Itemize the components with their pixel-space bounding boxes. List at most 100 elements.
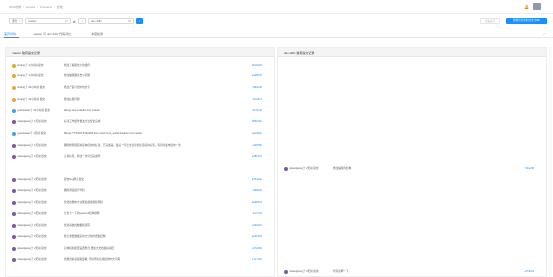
avatar — [12, 154, 16, 159]
commit-author: wtaoqipeng于 1天前 提交 — [17, 154, 47, 158]
breadcrumb-item-6: 合规 — [56, 5, 63, 9]
commit-hash-link[interactable]: 44731ef — [253, 109, 262, 113]
commit-row[interactable]: wtaoqipeng于 1天前 提交 正常标签，修改一次导出完成件 ed8b7d7 — [6, 154, 274, 160]
source-type-select[interactable]: 源分 ▾ — [9, 18, 23, 24]
commit-author: guanluxiao于 1天前 提交 — [17, 131, 46, 135]
panel-title: dev-3dfc 独有提交记录 — [284, 51, 315, 55]
commit-row[interactable]: guanluxiao于 1天前 提交 Merge 777b2df..87ded84… — [6, 131, 274, 137]
commit-author: wtaoqipeng于 2天前 提交 — [17, 200, 47, 204]
commit-row[interactable]: wtaoqipeng于 3天前 提交 代码注释一下 ef73be9 — [278, 269, 546, 275]
commit-row[interactable]: wtaoqipeng于 2天前 提交 修正重要数据后的方分化的增加结构 ae6b23… — [6, 234, 274, 240]
source-branch-count: 27 — [64, 19, 68, 23]
commit-hash-link[interactable]: c3ca5c2 — [252, 98, 262, 102]
commit-hash-link[interactable]: ef73be9 — [525, 270, 534, 274]
source-branch-value: master — [28, 19, 37, 23]
commit-row[interactable]: liuqing于 20小时前 提交 修改标题问题 c3ca5c2 — [6, 97, 274, 103]
tab-diff-details[interactable]: 差异详情 — [4, 32, 16, 36]
source-branch-input[interactable]: master 27 — [25, 18, 71, 24]
master-commits-panel: master 独有提交记录 liuqing于 4小时前 提交 修改了编辑台小的组件… — [5, 47, 275, 277]
breadcrumb: HSS前端 / aposta / Frontend / 合规 — [9, 5, 63, 9]
commit-hash-link[interactable]: 72be26f — [525, 167, 534, 171]
commit-row[interactable]: liuqing于 20小时前 提交 修改产品介绍中的文字 0f9be36 — [6, 85, 274, 91]
commit-hash-link[interactable]: 87da64a — [252, 178, 262, 182]
commit-message: 修改了编辑台小的组件 — [64, 63, 90, 67]
breadcrumb-item-2[interactable]: aposta — [26, 5, 35, 9]
commit-row[interactable]: wtaoqipeng于 2天前 提交 提交bug修正提交 87da64a — [6, 177, 274, 183]
commit-message: 实体机的配置设置整合 增加大文档组织项目 — [64, 246, 115, 250]
commit-row[interactable]: wtaoqipeng于 2天前 提交 优化的整体大功能加载性能和测性 3ad8279 — [6, 200, 274, 206]
commit-hash-link[interactable]: a165e8c — [252, 224, 262, 228]
avatar — [12, 108, 16, 113]
target-branch-count: 18 — [127, 19, 131, 23]
panel-title: master 独有提交记录 — [12, 51, 41, 55]
bell-icon[interactable]: 🔔 — [524, 4, 529, 9]
commit-author: wtaoqipeng于 2天前 提交 — [17, 177, 47, 181]
avatar — [12, 63, 16, 68]
commit-hash-link[interactable]: aac9d3e — [252, 132, 262, 136]
avatar — [12, 119, 16, 124]
commit-message: 分文下一下的systemd结构调整 — [64, 211, 100, 215]
dev-commits-panel: dev-3dfc 独有提交记录 wtaoqipeng于 2天前 提交 修改编辑的结… — [277, 47, 547, 277]
commit-message: 修改标题问题 — [64, 97, 80, 101]
commit-row[interactable]: wtaoqipeng于 2天前 提交 实体机的配置设置整合 增加大文档组织项目 c2… — [6, 246, 274, 252]
collapse-icon[interactable]: ⤢ — [543, 32, 545, 36]
avatar — [12, 200, 16, 205]
avatar — [12, 234, 16, 239]
commit-author: wtaoqipeng于 1天前 提交 — [17, 119, 47, 123]
create-merge-request-button[interactable]: 预测可合并的分支 (MR) — [506, 18, 547, 24]
avatar — [12, 73, 16, 78]
breadcrumb-sep-3: / — [37, 5, 38, 9]
search-icon: ⌕ — [138, 19, 141, 23]
commit-hash-link[interactable]: ed8b7d7 — [252, 155, 262, 159]
commit-row[interactable]: liuqing于 4小时前 提交 修改了编辑台小的组件 3bc6ab6 — [6, 63, 274, 69]
tab-conflict-check[interactable]: 冲突检测 — [91, 32, 103, 36]
avatar — [12, 143, 16, 148]
commit-row[interactable]: wtaoqipeng于 2天前 提交 优化系统的数据和流程 a165e8c — [6, 223, 274, 229]
page-scrollbar[interactable] — [549, 47, 552, 277]
target-branch-input[interactable]: dev-3dfc 18 — [88, 18, 134, 24]
commit-row[interactable]: guanluxiao于 22小时前 提交 Merge test-code#ui i… — [6, 108, 274, 114]
avatar[interactable] — [533, 3, 541, 10]
commit-row[interactable]: wtaoqipeng于 1天前 提交 标注工作组件修改大法优化完成 5866c8e — [6, 119, 274, 125]
commit-hash-link[interactable]: d1c737f — [253, 212, 262, 216]
commit-hash-link[interactable]: 17e7dc2 — [252, 258, 262, 262]
commit-author: wtaoqipeng于 1天前 提交 — [17, 143, 47, 147]
commit-row[interactable]: wtaoqipeng于 2天前 提交 新增的前者提取部署, 代码所有应用使用中文字… — [6, 257, 274, 263]
avatar — [284, 269, 288, 274]
commit-hash-link[interactable]: 3ad8279 — [252, 201, 262, 205]
commit-row[interactable]: wtaoqipeng于 2天前 提交 分文下一下的systemd结构调整 d1c73… — [6, 211, 274, 217]
breadcrumb-item-4[interactable]: Frontend — [40, 5, 52, 9]
commit-author: wtaoqipeng于 3天前 提交 — [289, 269, 319, 273]
commit-row[interactable]: wtaoqipeng于 2天前 提交 修改编辑的结构 72be26f — [278, 166, 546, 172]
commit-message: 新增的前者提取部署, 代码所有应用使用中文字典 — [64, 257, 120, 261]
commit-hash-link[interactable]: ae6b233 — [252, 235, 262, 239]
active-tab-indicator — [4, 37, 19, 38]
commit-row[interactable]: wtaoqipeng于 1天前 提交 删除检测流程在基本优化的标注，已完成来，最后… — [6, 143, 274, 149]
breadcrumb-item-0[interactable]: HSS前端 — [9, 5, 21, 9]
swap-icon[interactable]: ⇄ — [73, 20, 76, 24]
search-button[interactable]: ⌕ — [136, 18, 143, 24]
commit-hash-link[interactable]: c272db6 — [252, 247, 262, 251]
commit-message: 修改编辑图表台小问题 — [64, 73, 90, 77]
commit-hash-link[interactable]: 3bc6ab6 — [252, 64, 262, 68]
chevron-down-icon: ▾ — [82, 20, 84, 23]
top-bar: HSS前端 / aposta / Frontend / 合规 🔔 — [0, 0, 553, 14]
avatar — [12, 223, 16, 228]
commit-hash-link[interactable]: 2ad8576 — [252, 74, 262, 78]
target-type-select[interactable]: ▾ — [78, 18, 86, 24]
commit-author: liuqing于 20小时前 提交 — [17, 97, 45, 101]
commit-hash-link[interactable]: 5866c8e — [252, 120, 262, 124]
avatar — [12, 188, 16, 193]
tab-code-compare[interactable]: master 与 dev-3dfc 代码对比 — [33, 32, 71, 36]
commit-author: liuqing于 4小时前 提交 — [17, 63, 44, 67]
commit-author: wtaoqipeng于 2天前 提交 — [17, 211, 47, 215]
commit-message: 修正重要数据后的方分化的增加结构 — [64, 234, 106, 238]
commit-row[interactable]: liuqing于 4小时前 提交 修改编辑图表台小问题 2ad8576 — [6, 73, 274, 79]
commit-row[interactable]: wtaoqipeng于 2天前 提交 删除调试运行代码 f4d8eb5 — [6, 188, 274, 194]
commit-hash-link[interactable]: 0f9be36 — [253, 86, 262, 90]
commit-message: 正常标签，修改一次导出完成件 — [64, 154, 101, 158]
commit-hash-link[interactable]: f4d8eb5 — [253, 189, 262, 193]
diff-only-button[interactable]: 仅看差异 — [480, 18, 500, 24]
commit-message: Merge test-code#ui into master — [64, 108, 100, 112]
commit-hash-link[interactable]: ad6f75b — [253, 144, 262, 148]
